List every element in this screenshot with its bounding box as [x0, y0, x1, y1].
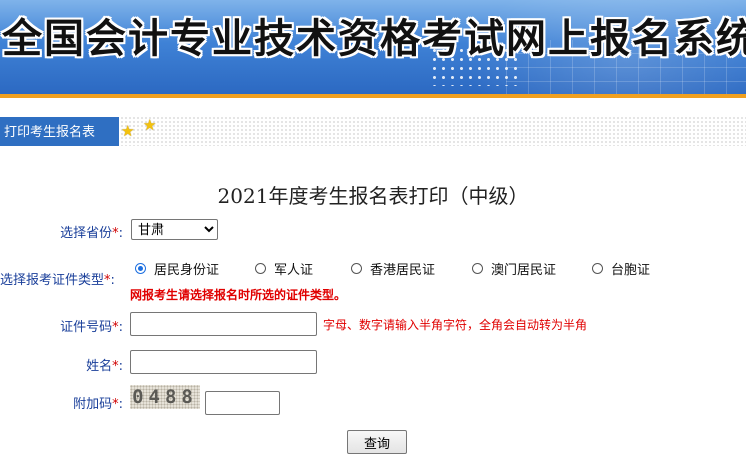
banner-divider	[0, 94, 746, 98]
query-button[interactable]: 查询	[347, 430, 407, 454]
header-banner: 全国会计专业技术资格考试网上报名系统	[0, 0, 746, 94]
captcha-image[interactable]: 0488	[130, 385, 200, 409]
province-label: 选择省份*:	[60, 226, 123, 241]
name-label: 姓名*:	[86, 359, 123, 374]
captcha-input[interactable]	[205, 391, 280, 415]
radio-unchecked-icon[interactable]	[592, 263, 603, 274]
radio-checked-icon[interactable]	[135, 263, 146, 274]
system-title: 全国会计专业技术资格考试网上报名系统	[2, 15, 746, 62]
radio-id-card[interactable]: 居民身份证	[135, 259, 219, 278]
radio-military-id[interactable]: 军人证	[255, 259, 313, 278]
radio-unchecked-icon[interactable]	[351, 263, 362, 274]
province-select[interactable]: 甘肃	[131, 219, 218, 240]
radio-unchecked-icon[interactable]	[255, 263, 266, 274]
captcha-label: 附加码*:	[73, 397, 123, 412]
radio-unchecked-icon[interactable]	[472, 263, 483, 274]
id-type-label: 选择报考证件类型*:	[0, 273, 115, 288]
radio-taiwan-permit[interactable]: 台胞证	[592, 259, 650, 278]
id-number-label: 证件号码*:	[60, 320, 123, 335]
name-input[interactable]	[130, 350, 317, 374]
star-icon: ★	[143, 116, 157, 134]
radio-hong-kong-id[interactable]: 香港居民证	[351, 259, 435, 278]
id-number-input[interactable]	[130, 312, 317, 336]
radio-macau-id[interactable]: 澳门居民证	[472, 259, 556, 278]
id-type-warning: 网报考生请选择报名时所选的证件类型。	[130, 288, 347, 302]
id-number-hint: 字母、数字请输入半角字符，全角会自动转为半角	[323, 318, 588, 332]
star-icon: ★	[121, 122, 135, 140]
page-title: 2021年度考生报名表打印（中级）	[217, 184, 529, 208]
tab-print-registration[interactable]: 打印考生报名表	[0, 117, 119, 146]
